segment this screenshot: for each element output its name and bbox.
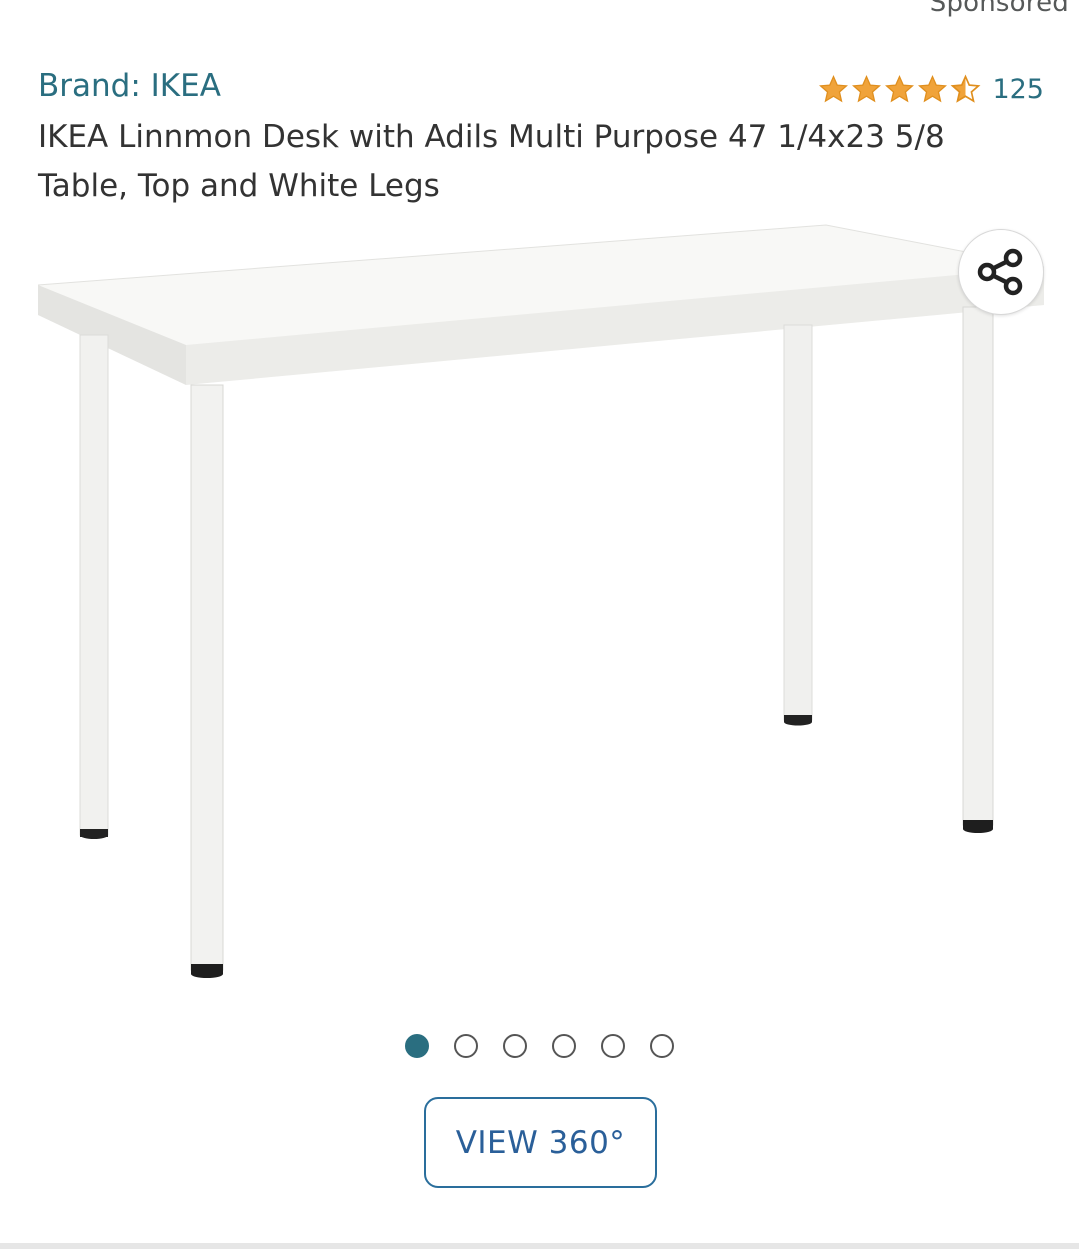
star-full-icon	[819, 74, 849, 103]
carousel-dot-3[interactable]	[503, 1034, 527, 1058]
carousel-indicators	[0, 1034, 1079, 1058]
product-page: Sponsored Brand: IKEA 125 IKEA Linnmon D…	[0, 0, 1079, 1249]
star-full-icon	[885, 74, 915, 103]
brand-link[interactable]: Brand: IKEA	[38, 68, 221, 104]
star-full-icon	[852, 74, 882, 103]
product-image	[37, 224, 1045, 978]
sponsored-label: Sponsored	[929, 0, 1069, 18]
share-icon	[977, 248, 1023, 296]
product-image-carousel[interactable]	[0, 205, 1079, 1005]
carousel-dot-2[interactable]	[454, 1034, 478, 1058]
view-360-button[interactable]: VIEW 360°	[424, 1097, 657, 1188]
product-title: IKEA Linnmon Desk with Adils Multi Purpo…	[38, 119, 945, 204]
carousel-dot-4[interactable]	[552, 1034, 576, 1058]
rating-count: 125	[992, 74, 1044, 105]
bottom-divider	[0, 1243, 1079, 1249]
star-half-icon	[950, 74, 981, 103]
carousel-dot-6[interactable]	[650, 1034, 674, 1058]
share-button[interactable]	[958, 229, 1044, 315]
carousel-dot-5[interactable]	[601, 1034, 625, 1058]
carousel-dot-1[interactable]	[405, 1034, 429, 1058]
star-full-icon	[918, 74, 948, 103]
product-header: Brand: IKEA 125	[38, 68, 1044, 112]
star-rating	[817, 74, 982, 105]
rating[interactable]: 125	[817, 74, 1044, 105]
